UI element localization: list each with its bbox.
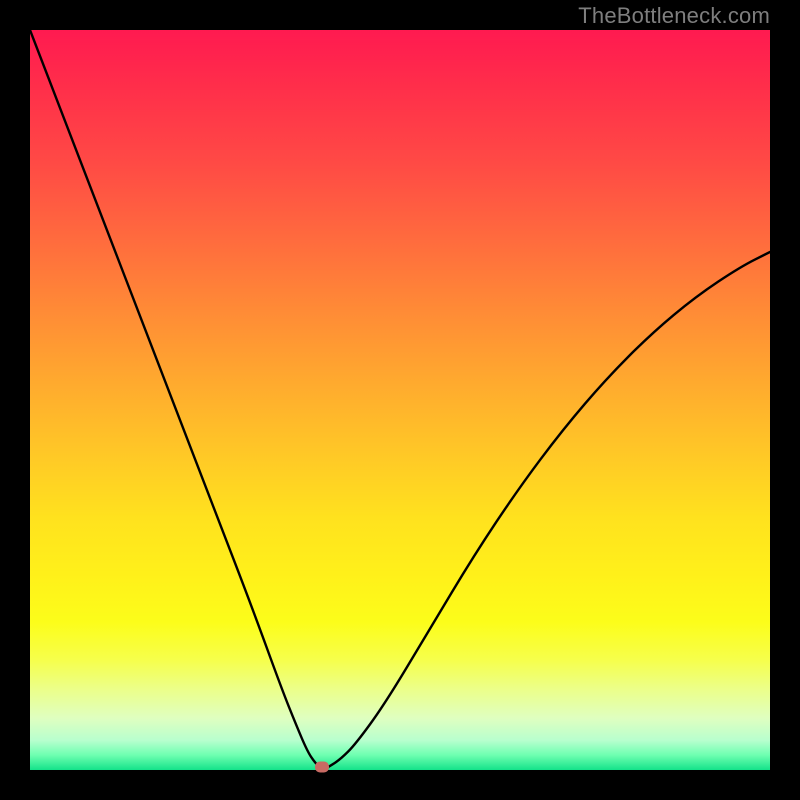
bottleneck-curve-path (30, 30, 770, 769)
plot-area (30, 30, 770, 770)
chart-frame: TheBottleneck.com (0, 0, 800, 800)
watermark-text: TheBottleneck.com (578, 3, 770, 29)
curve-svg (30, 30, 770, 770)
optimum-marker (315, 762, 329, 773)
